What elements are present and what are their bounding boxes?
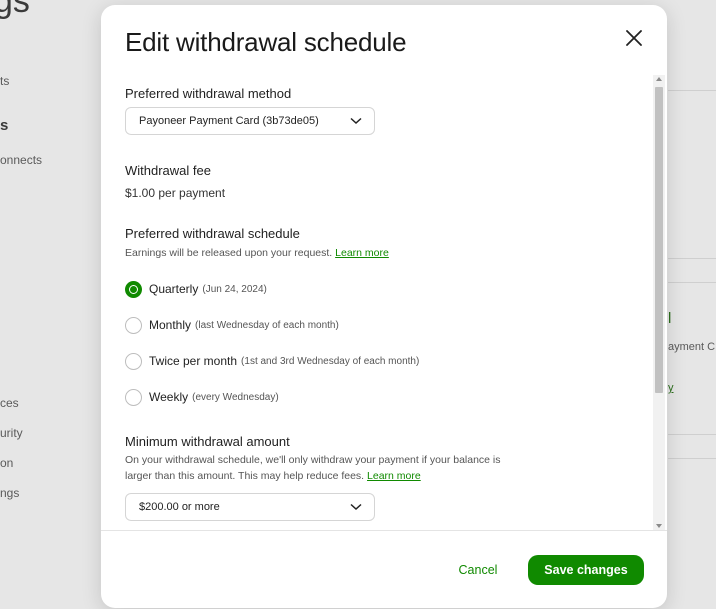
close-icon — [626, 30, 642, 46]
divider — [668, 434, 716, 435]
withdrawal-fee-label: Withdrawal fee — [125, 163, 211, 178]
background-link[interactable]: y — [668, 382, 674, 394]
scroll-down-arrow-icon[interactable] — [656, 524, 662, 528]
withdrawal-method-select[interactable]: Payoneer Payment Card (3b73de05) — [125, 107, 375, 135]
minimum-amount-select[interactable]: $200.00 or more — [125, 493, 375, 521]
option-note: (last Wednesday of each month) — [195, 319, 339, 331]
schedule-option-twice-monthly[interactable]: Twice per month (1st and 3rd Wednesday o… — [125, 351, 419, 371]
sidebar-item[interactable]: ngs — [0, 486, 19, 500]
option-note: (1st and 3rd Wednesday of each month) — [241, 355, 420, 367]
withdrawal-schedule-description: Earnings will be released upon your requ… — [125, 245, 515, 261]
option-label: Quarterly — [149, 282, 199, 296]
page-heading: gs — [0, 0, 30, 20]
sidebar-item[interactable]: onnects — [0, 153, 42, 167]
divider — [668, 458, 716, 459]
divider — [668, 282, 716, 283]
schedule-option-quarterly[interactable]: Quarterly (Jun 24, 2024) — [125, 279, 267, 299]
schedule-learn-more-link[interactable]: Learn more — [335, 247, 389, 259]
chevron-down-icon — [350, 117, 362, 125]
background-fragment: ayment C — [668, 341, 716, 353]
footer-divider — [101, 530, 667, 531]
sidebar-item[interactable]: on — [0, 456, 13, 470]
radio-button[interactable] — [125, 316, 142, 334]
radio-button[interactable] — [125, 352, 142, 370]
option-note: (Jun 24, 2024) — [202, 283, 267, 295]
schedule-description-text: Earnings will be released upon your requ… — [125, 247, 333, 259]
cancel-button[interactable]: Cancel — [441, 555, 515, 585]
background-fragment: l — [668, 310, 672, 327]
minimum-learn-more-link[interactable]: Learn more — [367, 470, 421, 482]
withdrawal-method-label: Preferred withdrawal method — [125, 86, 292, 101]
divider — [668, 258, 716, 259]
schedule-option-weekly[interactable]: Weekly (every Wednesday) — [125, 387, 279, 407]
schedule-option-monthly[interactable]: Monthly (last Wednesday of each month) — [125, 315, 339, 335]
minimum-amount-label: Minimum withdrawal amount — [125, 434, 290, 449]
sidebar-item[interactable]: urity — [0, 426, 23, 440]
divider — [668, 90, 716, 91]
option-label: Twice per month — [149, 354, 238, 368]
option-note: (every Wednesday) — [192, 391, 279, 403]
chevron-down-icon — [350, 503, 362, 511]
scrollbar[interactable] — [653, 75, 665, 531]
withdrawal-schedule-modal: Edit withdrawal schedule Preferred withd… — [101, 5, 667, 608]
minimum-amount-description: On your withdrawal schedule, we'll only … — [125, 452, 517, 484]
minimum-amount-value: $200.00 or more — [139, 501, 220, 513]
withdrawal-fee-value: $1.00 per payment — [125, 186, 226, 200]
radio-button[interactable] — [125, 388, 142, 406]
withdrawal-schedule-label: Preferred withdrawal schedule — [125, 226, 300, 241]
option-label: Monthly — [149, 318, 192, 332]
sidebar-item[interactable]: ts — [0, 74, 9, 88]
close-button[interactable] — [621, 25, 647, 51]
option-label: Weekly — [149, 390, 189, 404]
sidebar-section: s — [0, 117, 9, 134]
scroll-up-arrow-icon[interactable] — [656, 77, 662, 81]
modal-body[interactable]: Preferred withdrawal method Payoneer Pay… — [101, 77, 649, 532]
save-changes-button[interactable]: Save changes — [528, 555, 644, 585]
scrollbar-thumb[interactable] — [655, 87, 663, 393]
radio-button-checked[interactable] — [125, 280, 142, 298]
sidebar-item[interactable]: ces — [0, 396, 19, 410]
minimum-description-text: On your withdrawal schedule, we'll only … — [125, 454, 501, 482]
modal-title: Edit withdrawal schedule — [125, 27, 407, 57]
withdrawal-method-value: Payoneer Payment Card (3b73de05) — [139, 115, 319, 127]
